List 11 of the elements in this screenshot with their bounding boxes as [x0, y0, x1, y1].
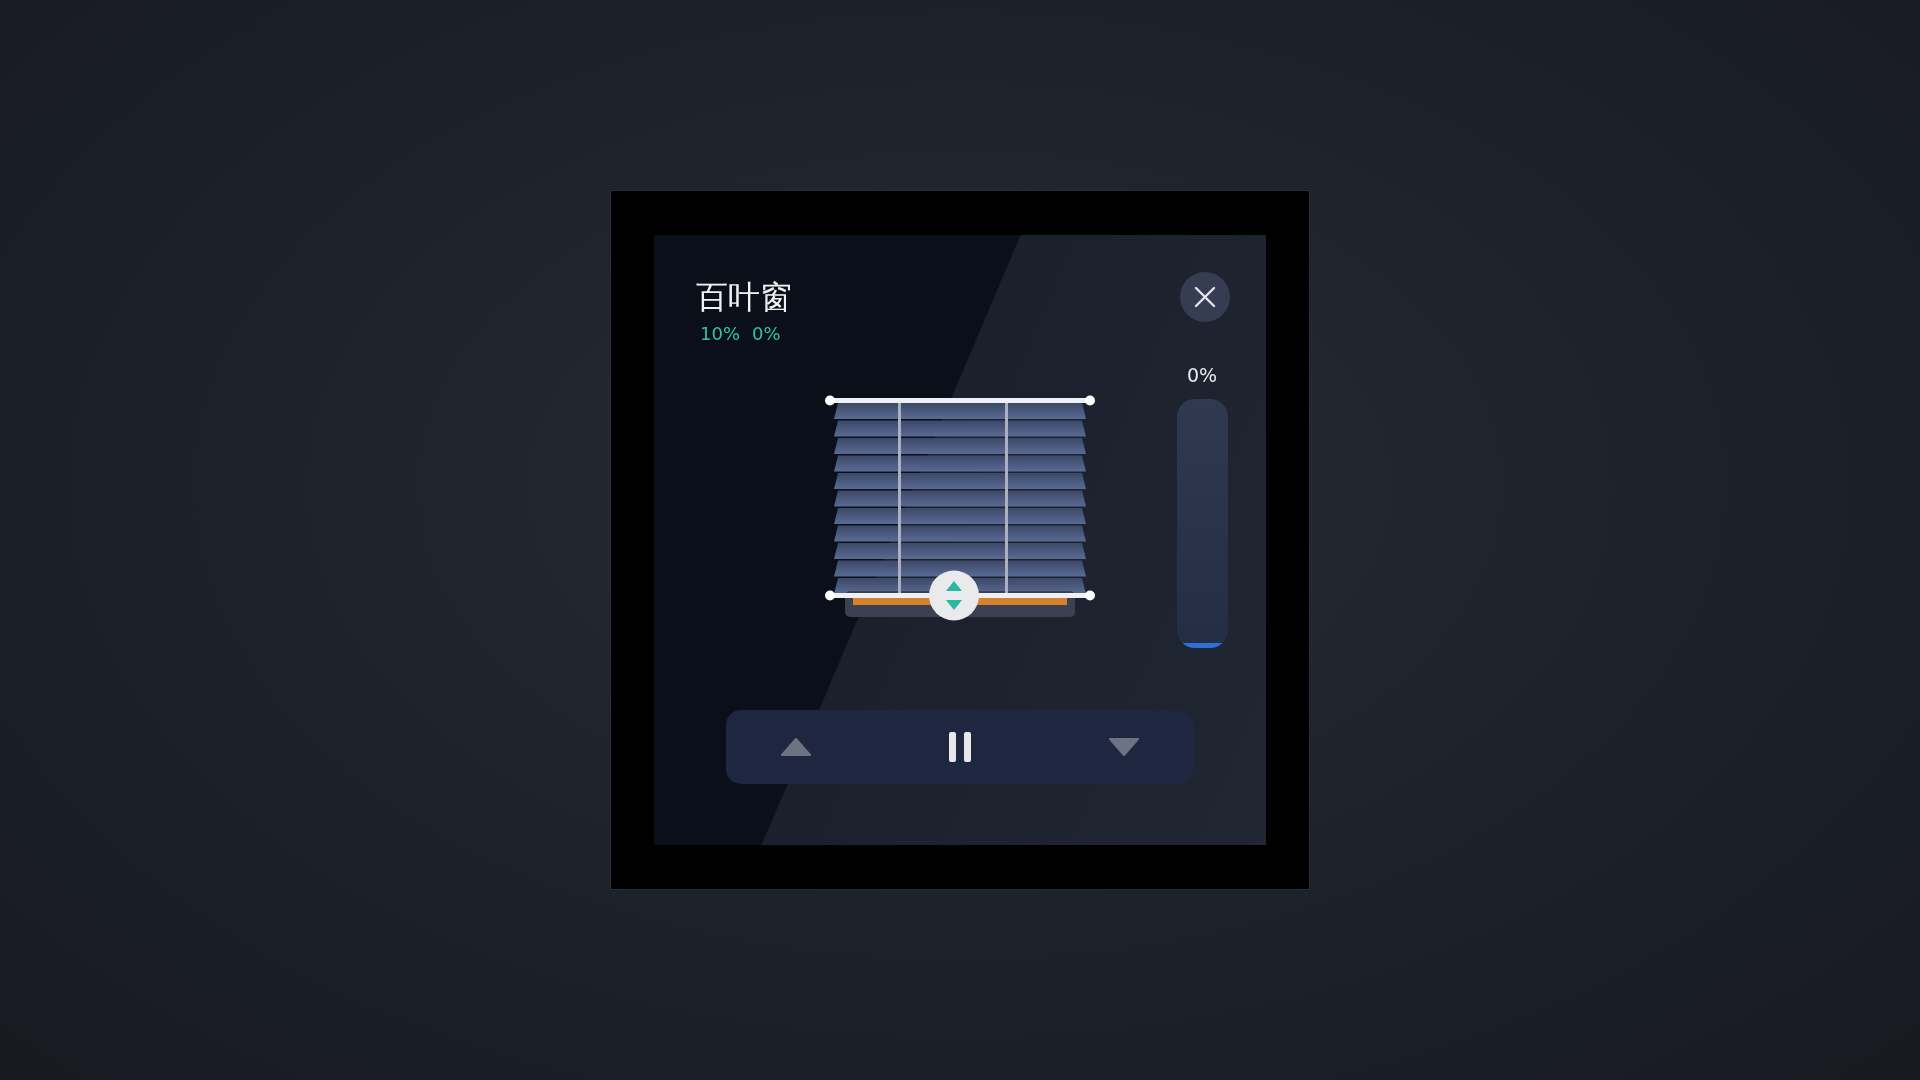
drag-handle[interactable] — [929, 570, 979, 621]
slider-reading: 0% — [1186, 363, 1218, 387]
percent-reading: 0% — [752, 323, 781, 345]
panel-title: 百叶窗 — [696, 277, 792, 317]
down-triangle-icon — [1108, 737, 1140, 757]
slider-track[interactable] — [1176, 399, 1228, 648]
up-triangle-icon — [780, 737, 812, 757]
close-button[interactable] — [1180, 272, 1230, 322]
percent-reading: 10% — [700, 323, 740, 345]
pause-icon — [948, 731, 972, 763]
close-icon — [1194, 286, 1216, 308]
